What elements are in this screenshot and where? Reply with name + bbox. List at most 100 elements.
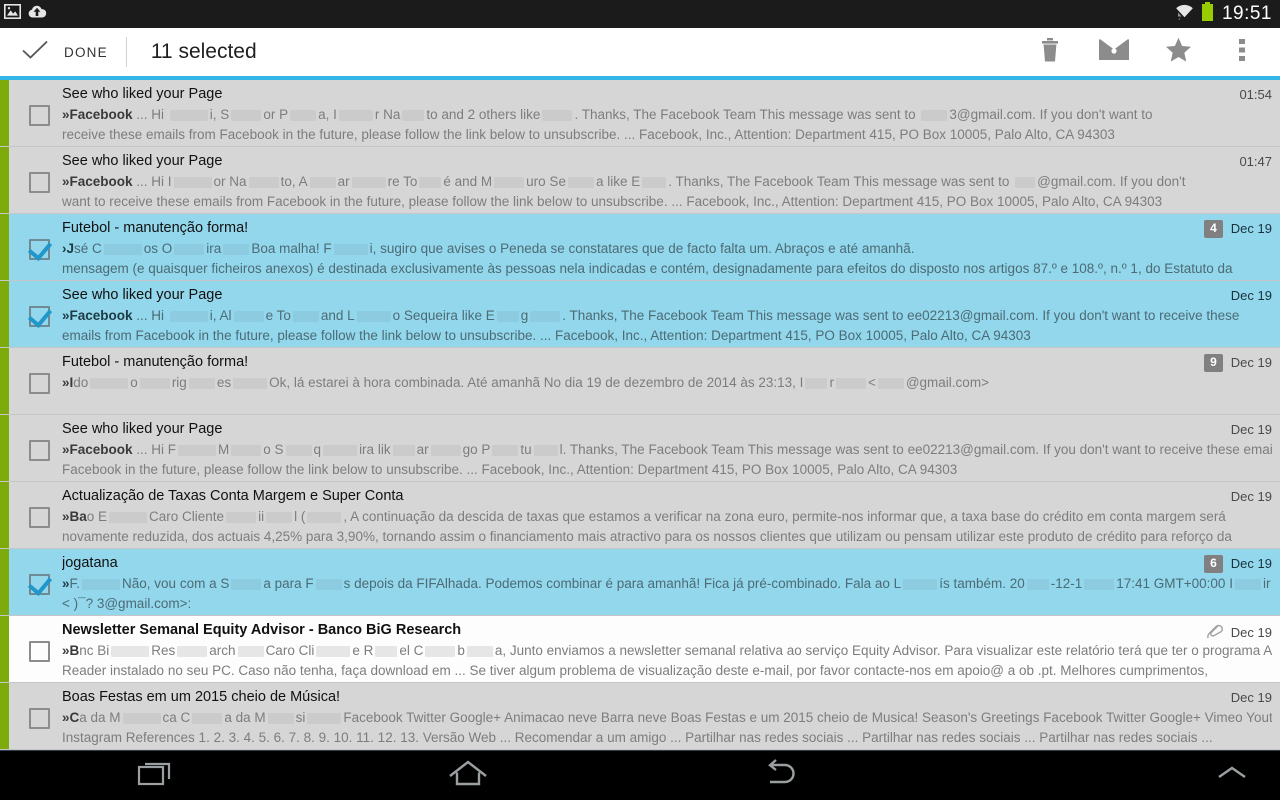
redacted-text-block [177,645,208,657]
select-checkbox[interactable] [17,80,62,146]
email-sender: »C [62,710,80,725]
email-snippet-line1: »Bnc Bi Res arch Caro Cli e R el C b a, Junto e… [62,641,1272,661]
checkbox-unchecked-icon [29,707,50,729]
email-snippet-fragment: or P [263,107,289,122]
select-checkbox[interactable] [17,147,62,213]
redacted-text-block [903,578,938,590]
select-checkbox[interactable] [17,549,62,615]
email-row[interactable]: Boas Festas em um 2015 cheio de Música! »… [0,683,1280,750]
email-row[interactable]: Futebol - manutenção forma! ›Jsé C os O ira… [0,214,1280,281]
recents-button[interactable] [0,750,312,800]
email-subject: Boas Festas em um 2015 cheio de Música! [62,689,341,705]
email-snippet-fragment: r [829,375,834,390]
keyboard-toggle-button[interactable] [936,750,1280,800]
redacted-text-block [111,645,150,657]
select-checkbox[interactable] [17,482,62,548]
email-snippet-fragment: ir [1262,576,1271,591]
email-snippet-fragment: M [218,442,230,457]
select-checkbox[interactable] [17,616,62,682]
row-spacer [9,415,17,481]
redacted-text-block [921,109,948,121]
redacted-text-block [233,377,268,389]
email-snippet-fragment: uro Se [526,174,566,189]
label-color-bar [0,482,9,548]
email-snippet-fragment: F. [69,576,81,591]
email-row[interactable]: See who liked your Page »Facebook ... Hi … [0,415,1280,482]
home-button[interactable] [312,750,624,800]
email-row[interactable]: See who liked your Page »Facebook ... Hi … [0,281,1280,348]
email-snippet-fragment: @gmail.com> [905,375,989,390]
redacted-text-block [139,377,170,389]
email-snippet-fragment: sé C [74,241,102,256]
redacted-text-block [338,109,373,121]
email-snippet-fragment: ís também. 20 [939,576,1025,591]
redacted-text-block [223,243,250,255]
email-row[interactable]: Actualização de Taxas Conta Margem e Sup… [0,482,1280,549]
email-subject: See who liked your Page [62,421,223,437]
star-button[interactable] [1146,28,1210,76]
email-snippet-line2: mensagem (e quaisquer ficheiros anexos) … [62,260,1233,276]
email-snippet-fragment: rig [171,375,187,390]
email-snippet-fragment: a, I [318,107,337,122]
email-row-meta: 4 Dec 19 [1204,219,1272,238]
email-date: Dec 19 [1230,355,1272,370]
email-snippet-fragment: tu [520,442,532,457]
redacted-text-block [1015,176,1036,188]
recents-icon [136,758,176,793]
email-date: 01:54 [1239,87,1272,102]
email-snippet-fragment: Caro Cli [265,643,315,658]
redacted-text-block [316,645,351,657]
redacted-text-block [1234,578,1261,590]
redacted-text-block [642,176,667,188]
conversation-count-badge: 4 [1204,219,1223,238]
email-snippet-line1: ›Jsé C os O ira Boa malha! F i, sugiro que a… [62,239,1272,259]
select-checkbox[interactable] [17,348,62,414]
email-snippet-fragment: o Sequeira like E [392,308,495,323]
email-subject: Actualização de Taxas Conta Margem e Sup… [62,488,404,504]
email-row[interactable]: See who liked your Page »Facebook ... Hi … [0,80,1280,147]
email-snippet-fragment: ar [416,442,429,457]
email-snippet-fragment: Ok, lá estarei à hora combinada. Até ama… [269,375,804,390]
redacted-text-block [292,310,319,322]
email-row[interactable]: See who liked your Page »Facebook ... Hi … [0,147,1280,214]
email-list[interactable]: See who liked your Page »Facebook ... Hi … [0,80,1280,750]
back-button[interactable] [624,750,936,800]
select-checkbox[interactable] [17,683,62,749]
email-snippet-fragment: i, S [209,107,230,122]
email-sender: »I [62,375,74,390]
redacted-text-block [226,511,257,523]
checkbox-unchecked-icon [29,372,50,394]
email-snippet-fragment: . Thanks, The Facebook Team This message… [574,107,920,122]
email-snippet-fragment: @gmail.com. If you don't [1037,174,1186,189]
row-spacer [9,147,17,213]
star-icon [1165,37,1192,68]
email-snippet-fragment: ar [337,174,350,189]
redacted-text-block [430,444,461,456]
email-snippet-fragment: Boa malha! F [251,241,332,256]
email-row[interactable]: Futebol - manutenção forma! »Ido o rig es Ok,… [0,348,1280,415]
label-color-bar [0,683,9,749]
email-row[interactable]: jogatana »F. Não, vou com a S a para F s dep… [0,549,1280,616]
select-checkbox[interactable] [17,281,62,347]
email-snippet-fragment: s depois da FIFAlhada. Podemos combinar … [343,576,902,591]
email-sender: » [62,576,70,591]
email-snippet-line2: Facebook in the future, please follow th… [62,461,958,477]
email-date: Dec 19 [1230,690,1272,705]
select-checkbox[interactable] [17,214,62,280]
wifi-icon [1174,3,1195,25]
mark-unread-button[interactable] [1082,28,1146,76]
done-label: DONE [64,44,108,60]
email-snippet-fragment: a like E [595,174,641,189]
email-subject: Futebol - manutenção forma! [62,354,249,370]
email-snippet-fragment: el C [399,643,424,658]
checkbox-unchecked-icon [29,171,50,193]
redacted-text-block [248,176,279,188]
email-row-meta: 01:47 [1239,152,1272,171]
select-checkbox[interactable] [17,415,62,481]
email-snippet-line1: »Facebook ... Hi i, Al e To and L o Sequeir… [62,306,1272,326]
done-button[interactable]: DONE [0,28,126,76]
email-row[interactable]: Newsletter Semanal Equity Advisor - Banc… [0,616,1280,683]
overflow-menu-button[interactable] [1210,28,1274,76]
delete-button[interactable] [1018,28,1082,76]
redacted-text-block [169,109,208,121]
